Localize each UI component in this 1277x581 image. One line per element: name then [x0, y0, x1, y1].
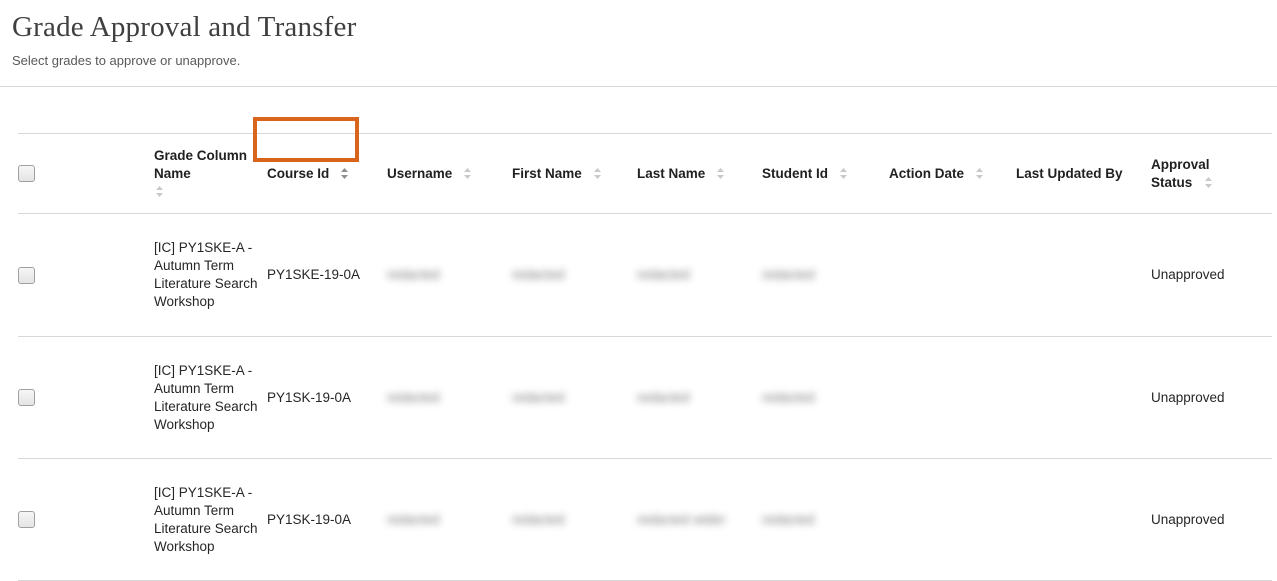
cell-action-date — [889, 214, 1016, 337]
table-container: Grade Column Name Course Id — [0, 133, 1277, 581]
grade-approval-page: Grade Approval and Transfer Select grade… — [0, 0, 1277, 571]
column-header-grade-column-name[interactable]: Grade Column Name — [154, 134, 267, 214]
column-header-student-id[interactable]: Student Id — [762, 134, 889, 214]
redacted-value: redacted — [387, 389, 440, 407]
column-label-student-id: Student Id — [762, 166, 828, 181]
cell-approval-status: Unapproved — [1151, 459, 1272, 581]
cell-first-name: redacted — [512, 337, 637, 459]
cell-username: redacted — [387, 459, 512, 581]
redacted-value: redacted — [512, 511, 565, 529]
row-checkbox[interactable] — [18, 389, 35, 406]
cell-grade-column-name: [IC] PY1SKE-A - Autumn Term Literature S… — [154, 214, 267, 337]
table-row[interactable]: [IC] PY1SKE-A - Autumn Term Literature S… — [18, 214, 1272, 337]
column-header-first-name[interactable]: First Name — [512, 134, 637, 214]
cell-last-name: redacted — [637, 214, 762, 337]
redacted-value: redacted — [387, 511, 440, 529]
column-header-action-date[interactable]: Action Date — [889, 134, 1016, 214]
cell-approval-status: Unapproved — [1151, 337, 1272, 459]
sort-icon[interactable] — [154, 185, 165, 198]
cell-student-id: redacted — [762, 214, 889, 337]
page-subtitle: Select grades to approve or unapprove. — [12, 53, 1277, 69]
redacted-value: redacted — [762, 266, 815, 284]
row-checkbox[interactable] — [18, 267, 35, 284]
column-label-last-updated-by: Last Updated By — [1016, 166, 1123, 181]
select-all-checkbox[interactable] — [18, 165, 35, 182]
column-label-course-id: Course Id — [267, 166, 329, 181]
sort-icon[interactable] — [462, 167, 473, 180]
redacted-value: redacted — [762, 389, 815, 407]
cell-grade-column-name: [IC] PY1SKE-A - Autumn Term Literature S… — [154, 459, 267, 581]
cell-username: redacted — [387, 337, 512, 459]
cell-course-id: PY1SK-19-0A — [267, 337, 387, 459]
row-select-cell — [18, 214, 154, 337]
row-select-cell — [18, 459, 154, 581]
redacted-value: redacted — [387, 266, 440, 284]
redacted-value: redacted — [512, 389, 565, 407]
cell-action-date — [889, 337, 1016, 459]
column-header-last-updated-by: Last Updated By — [1016, 134, 1151, 214]
column-header-username[interactable]: Username — [387, 134, 512, 214]
column-header-select — [18, 134, 154, 214]
cell-grade-column-name: [IC] PY1SKE-A - Autumn Term Literature S… — [154, 337, 267, 459]
cell-course-id: PY1SKE-19-0A — [267, 214, 387, 337]
redacted-value: redacted — [637, 266, 690, 284]
column-header-course-id[interactable]: Course Id — [267, 134, 387, 214]
cell-last-name: redacted — [637, 337, 762, 459]
sort-icon[interactable] — [592, 167, 603, 180]
column-label-last-name: Last Name — [637, 166, 705, 181]
redacted-value: redacted — [637, 389, 690, 407]
column-header-approval-status[interactable]: Approval Status — [1151, 134, 1272, 214]
column-label-first-name: First Name — [512, 166, 582, 181]
sort-icon[interactable] — [838, 167, 849, 180]
sort-icon[interactable] — [339, 167, 350, 180]
column-label-approval-status-line1: Approval — [1151, 156, 1214, 174]
sort-icon[interactable] — [974, 167, 985, 180]
cell-last-name: redacted wider — [637, 459, 762, 581]
table-row[interactable]: [IC] PY1SKE-A - Autumn Term Literature S… — [18, 459, 1272, 581]
redacted-value: redacted — [762, 511, 815, 529]
cell-last-updated-by — [1016, 214, 1151, 337]
course-id-highlight-box — [253, 117, 359, 162]
cell-username: redacted — [387, 214, 512, 337]
redacted-value: redacted — [512, 266, 565, 284]
cell-action-date — [889, 459, 1016, 581]
page-title: Grade Approval and Transfer — [12, 10, 1277, 44]
cell-course-id: PY1SK-19-0A — [267, 459, 387, 581]
page-header: Grade Approval and Transfer Select grade… — [0, 0, 1277, 69]
sort-icon[interactable] — [1203, 176, 1214, 189]
sort-icon[interactable] — [715, 167, 726, 180]
column-label-username: Username — [387, 166, 452, 181]
cell-first-name: redacted — [512, 459, 637, 581]
row-select-cell — [18, 337, 154, 459]
cell-student-id: redacted — [762, 337, 889, 459]
column-label-action-date: Action Date — [889, 166, 964, 181]
table-header: Grade Column Name Course Id — [18, 134, 1272, 214]
header-divider — [0, 86, 1277, 87]
row-checkbox[interactable] — [18, 511, 35, 528]
cell-first-name: redacted — [512, 214, 637, 337]
cell-student-id: redacted — [762, 459, 889, 581]
cell-approval-status: Unapproved — [1151, 214, 1272, 337]
cell-last-updated-by — [1016, 337, 1151, 459]
column-header-last-name[interactable]: Last Name — [637, 134, 762, 214]
cell-last-updated-by — [1016, 459, 1151, 581]
table-body: [IC] PY1SKE-A - Autumn Term Literature S… — [18, 214, 1272, 581]
table-row[interactable]: [IC] PY1SKE-A - Autumn Term Literature S… — [18, 337, 1272, 459]
column-label-grade-column-name: Grade Column Name — [154, 147, 267, 183]
header-row: Grade Column Name Course Id — [18, 134, 1272, 214]
redacted-value: redacted wider — [637, 511, 726, 529]
grade-approval-table: Grade Column Name Course Id — [18, 133, 1272, 581]
column-label-approval-status-line2: Status — [1151, 175, 1192, 190]
